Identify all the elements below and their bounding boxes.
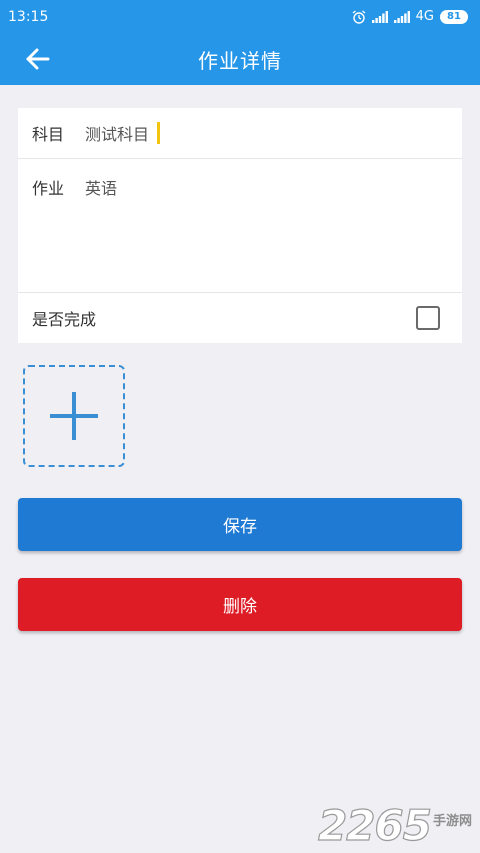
homework-label: 作业	[32, 179, 65, 198]
homework-form-card: 科目 作业 英语 是否完成	[18, 108, 462, 343]
status-time: 13:15	[8, 8, 49, 25]
status-bar: 13:15 4G 81	[0, 0, 480, 33]
watermark-number: 2265	[317, 801, 432, 850]
delete-button[interactable]: 删除	[18, 578, 462, 631]
text-cursor	[157, 122, 160, 144]
battery-indicator: 81	[440, 9, 468, 24]
network-type: 4G	[415, 9, 434, 24]
page-title: 作业详情	[198, 48, 282, 73]
status-indicators: 4G 81	[352, 9, 468, 24]
signal-icon-2	[393, 10, 410, 23]
plus-icon	[50, 392, 98, 440]
arrow-left-icon	[26, 48, 50, 70]
homework-row: 作业 英语	[18, 159, 462, 293]
homework-input[interactable]: 英语	[85, 175, 445, 275]
save-button[interactable]: 保存	[18, 498, 462, 551]
alarm-icon	[352, 9, 366, 24]
site-watermark: 2265 手游网	[317, 801, 472, 850]
back-button[interactable]	[22, 44, 54, 74]
watermark-text: 手游网	[432, 814, 472, 829]
app-bar: 作业详情	[0, 33, 480, 85]
subject-input[interactable]	[85, 123, 165, 143]
subject-row: 科目	[18, 108, 462, 159]
completed-label: 是否完成	[32, 310, 97, 329]
completed-row: 是否完成	[18, 293, 462, 343]
subject-label: 科目	[32, 125, 65, 144]
signal-icon	[371, 10, 388, 23]
completed-checkbox[interactable]	[416, 306, 440, 330]
add-image-button[interactable]	[23, 365, 125, 467]
